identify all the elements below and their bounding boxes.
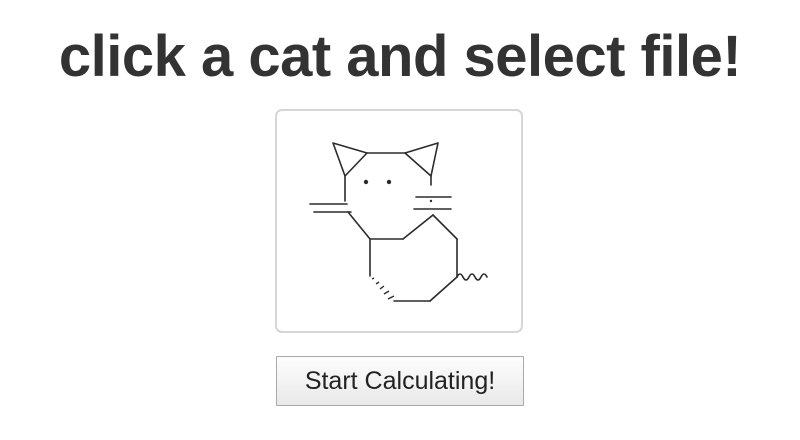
start-calculating-button[interactable]: Start Calculating! — [276, 356, 524, 406]
cat-molecule-icon — [309, 142, 488, 302]
page-title: click a cat and select file! — [58, 24, 742, 89]
cat-file-picker[interactable] — [275, 109, 523, 333]
